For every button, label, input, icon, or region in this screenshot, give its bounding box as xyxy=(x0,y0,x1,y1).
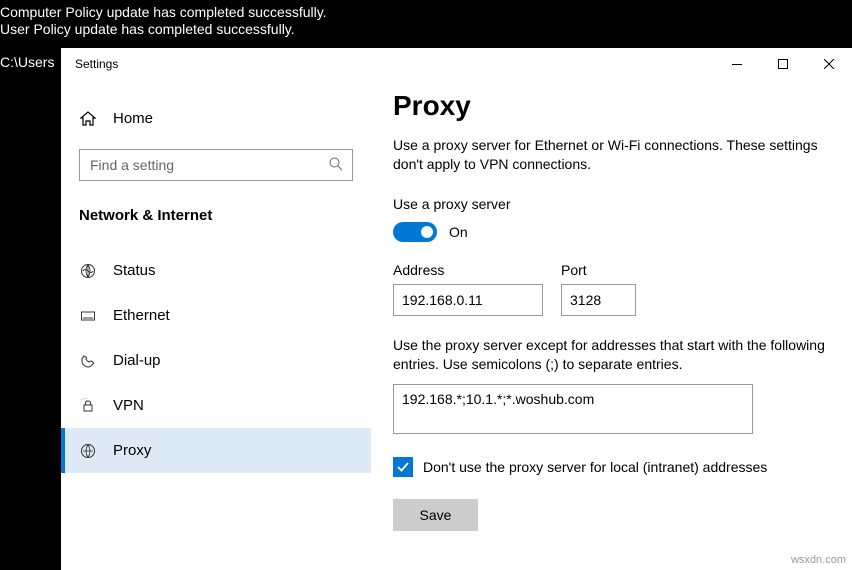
sidebar-item-ethernet[interactable]: Ethernet xyxy=(61,293,371,338)
checkmark-icon xyxy=(396,460,410,474)
vpn-icon xyxy=(79,398,97,414)
titlebar-controls xyxy=(714,48,852,80)
local-checkbox-row: Don't use the proxy server for local (in… xyxy=(393,457,830,477)
sidebar-item-vpn[interactable]: VPN xyxy=(61,383,371,428)
status-icon xyxy=(79,263,97,279)
minimize-icon xyxy=(732,64,742,65)
port-label: Port xyxy=(561,262,636,278)
search-input[interactable] xyxy=(79,149,353,181)
save-button[interactable]: Save xyxy=(393,499,478,531)
address-label: Address xyxy=(393,262,543,278)
terminal-prompt: C:\Users xyxy=(0,54,54,70)
address-column: Address xyxy=(393,262,543,316)
nav-list: Status Ethernet Dial-up xyxy=(61,248,371,473)
content-area: Home Network & Internet Status xyxy=(61,80,852,570)
ethernet-icon xyxy=(79,308,97,324)
category-header: Network & Internet xyxy=(61,197,371,248)
sidebar-item-label: Status xyxy=(113,262,156,279)
proxy-description: Use a proxy server for Ethernet or Wi-Fi… xyxy=(393,136,830,174)
page-title: Proxy xyxy=(393,90,830,122)
address-port-row: Address Port xyxy=(393,262,830,316)
sidebar-item-dialup[interactable]: Dial-up xyxy=(61,338,371,383)
port-column: Port xyxy=(561,262,636,316)
search-container xyxy=(61,137,371,197)
sidebar-item-label: Proxy xyxy=(113,442,151,459)
sidebar-item-label: VPN xyxy=(113,397,144,414)
port-input[interactable] xyxy=(561,284,636,316)
toggle-knob xyxy=(421,226,433,238)
home-nav[interactable]: Home xyxy=(61,100,371,137)
sidebar-item-label: Dial-up xyxy=(113,352,161,369)
address-input[interactable] xyxy=(393,284,543,316)
local-checkbox-label: Don't use the proxy server for local (in… xyxy=(423,459,767,475)
use-proxy-toggle[interactable] xyxy=(393,222,437,242)
toggle-state-text: On xyxy=(449,224,468,240)
home-label: Home xyxy=(113,110,153,127)
dialup-icon xyxy=(79,353,97,369)
sidebar: Home Network & Internet Status xyxy=(61,80,371,570)
sidebar-item-proxy[interactable]: Proxy xyxy=(61,428,371,473)
use-proxy-toggle-row: On xyxy=(393,222,830,242)
window-title: Settings xyxy=(75,57,714,71)
watermark: wsxdn.com xyxy=(791,554,846,566)
exceptions-input[interactable]: 192.168.*;10.1.*;*.woshub.com xyxy=(393,384,753,434)
maximize-button[interactable] xyxy=(760,48,806,80)
proxy-icon xyxy=(79,443,97,459)
local-checkbox[interactable] xyxy=(393,457,413,477)
use-proxy-label: Use a proxy server xyxy=(393,196,830,212)
settings-window: Settings Home xyxy=(61,48,852,570)
titlebar: Settings xyxy=(61,48,852,80)
minimize-button[interactable] xyxy=(714,48,760,80)
terminal-line: User Policy update has completed success… xyxy=(0,21,295,37)
sidebar-item-status[interactable]: Status xyxy=(61,248,371,293)
home-icon xyxy=(79,111,97,127)
main-panel: Proxy Use a proxy server for Ethernet or… xyxy=(371,80,852,570)
sidebar-item-label: Ethernet xyxy=(113,307,170,324)
maximize-icon xyxy=(778,59,788,69)
terminal-line: Computer Policy update has completed suc… xyxy=(0,4,327,20)
exceptions-description: Use the proxy server except for addresse… xyxy=(393,336,830,374)
close-button[interactable] xyxy=(806,48,852,80)
close-icon xyxy=(824,59,834,69)
